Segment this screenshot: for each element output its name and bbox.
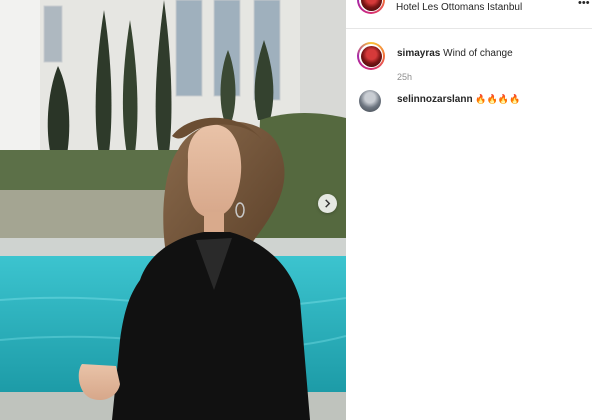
comment-text: selinnozarslann 🔥🔥🔥🔥 <box>397 94 520 105</box>
caption-username[interactable]: simayras <box>397 48 440 59</box>
post-header: Hotel Les Ottomans Istanbul ••• <box>346 0 592 29</box>
more-options-button[interactable]: ••• <box>578 0 590 9</box>
comment-username[interactable]: selinnozarslann <box>397 94 473 105</box>
chevron-right-icon <box>325 199 331 208</box>
caption-text: simayras Wind of change <box>397 48 513 59</box>
author-avatar[interactable] <box>357 0 385 14</box>
post-location[interactable]: Hotel Les Ottomans Istanbul <box>396 2 522 13</box>
caption-avatar[interactable] <box>357 42 385 70</box>
comment-item: selinnozarslann 🔥🔥🔥🔥 <box>346 90 592 116</box>
carousel-next-button[interactable] <box>318 194 337 213</box>
comment-body: 🔥🔥🔥🔥 <box>475 94 521 104</box>
post-image <box>0 0 346 420</box>
caption-timestamp[interactable]: 25h <box>397 72 412 82</box>
post-photo[interactable] <box>0 0 346 420</box>
post-details-panel: Hotel Les Ottomans Istanbul ••• simayras… <box>346 0 592 420</box>
caption-body: Wind of change <box>443 48 513 59</box>
commenter-avatar[interactable] <box>359 90 381 112</box>
